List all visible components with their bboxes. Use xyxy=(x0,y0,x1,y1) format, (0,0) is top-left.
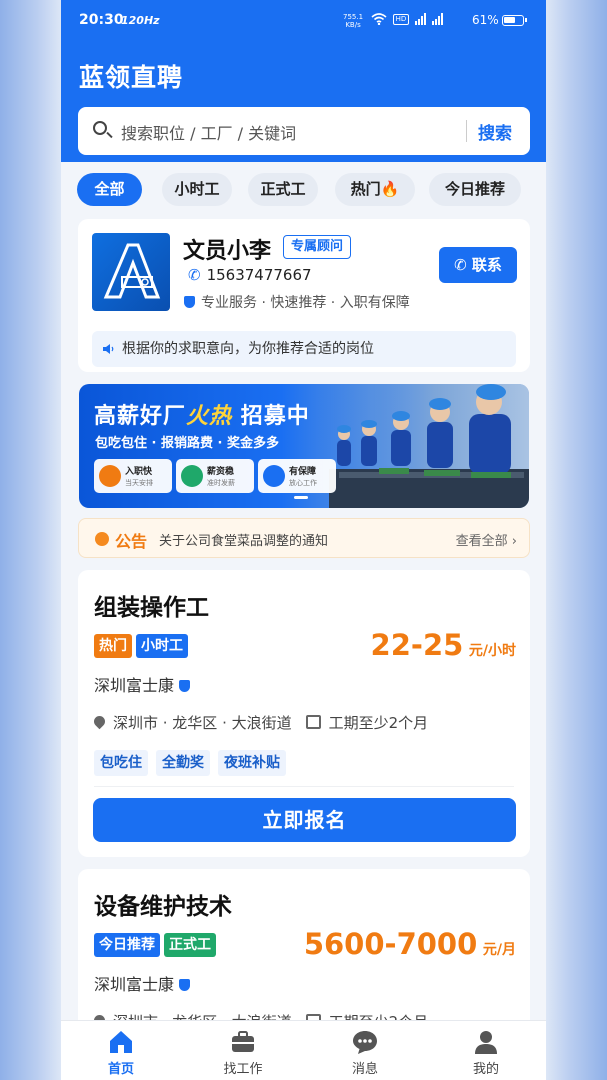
job-salary: 5600-7000 元/月 xyxy=(303,927,516,961)
signal-icon xyxy=(415,13,426,25)
app-title: 蓝领直聘 xyxy=(79,63,184,92)
company-name: 深圳富士康 xyxy=(94,672,191,696)
job-badges: 热门 小时工 xyxy=(94,634,188,658)
search-button[interactable]: 搜索 xyxy=(478,119,512,144)
clock-icon xyxy=(99,465,121,487)
phone-icon: ✆ xyxy=(454,256,472,274)
announcement-label: 公告 xyxy=(115,532,148,551)
feature-guarantee: 有保障 放心工作 xyxy=(258,459,336,493)
speaker-icon xyxy=(103,344,114,354)
feature-fast-hire: 入职快 当天安排 xyxy=(94,459,172,493)
chip-fulltime[interactable]: 正式工 xyxy=(248,173,318,206)
job-card[interactable]: 组装操作工 热门 小时工 22-25 元/小时 深圳富士康 深圳市 · 龙华区 … xyxy=(78,570,530,857)
app-screen: 20:30 120Hz 755.1 KB/s HD 61% 蓝领直聘 搜索职位 … xyxy=(61,0,546,1080)
chip-hourly[interactable]: 小时工 xyxy=(162,173,232,206)
announcement-dot-icon xyxy=(95,532,109,546)
shield-check-icon xyxy=(263,465,285,487)
banner-pager xyxy=(294,496,308,499)
job-meta: 深圳市 · 龙华区 · 大浪街道 工期至少2个月 xyxy=(91,712,429,733)
filter-chips: 全部 小时工 正式工 热门🔥 今日推荐 xyxy=(77,173,537,207)
verified-icon xyxy=(179,979,191,991)
status-bar: 20:30 120Hz 755.1 KB/s HD 61% xyxy=(61,0,546,42)
badge-today: 今日推荐 xyxy=(94,933,160,957)
promo-banner[interactable]: 高薪好厂火热 招募中 包吃包住 · 报销路费 · 奖金多多 入职快 当天安排 薪… xyxy=(79,384,529,508)
signal-icon-2 xyxy=(432,13,443,25)
company-name: 深圳富士康 xyxy=(94,971,191,995)
wifi-icon xyxy=(371,13,387,25)
divider xyxy=(94,786,514,787)
consultant-name: 文员小李 xyxy=(183,239,272,264)
verified-shield-icon xyxy=(184,296,195,308)
job-location: 深圳市 · 龙华区 · 大浪街道 xyxy=(113,714,292,732)
recommend-tip: 根据你的求职意向，为你推荐合适的岗位 xyxy=(92,331,516,367)
search-bar[interactable]: 搜索职位 / 工厂 / 关键词 搜索 xyxy=(78,107,530,155)
chip-hot[interactable]: 热门🔥 xyxy=(335,173,415,206)
contact-button[interactable]: ✆ 联系 xyxy=(439,247,517,283)
verified-icon xyxy=(179,680,191,692)
consultant-phone[interactable]: ✆ 15637477667 xyxy=(188,266,312,284)
job-salary: 22-25 元/小时 xyxy=(370,628,516,662)
view-all-link[interactable]: 查看全部 › xyxy=(456,530,517,549)
announcement-text[interactable]: 关于公司食堂菜品调整的通知 xyxy=(159,530,328,549)
home-icon xyxy=(110,1031,132,1053)
job-title: 组装操作工 xyxy=(94,595,209,621)
apply-button[interactable]: 立即报名 xyxy=(93,798,516,842)
status-time: 20:30 xyxy=(79,12,124,28)
consultant-card: 文员小李 专属顾问 ✆ 15637477667 专业服务 · 快速推荐 · 入职有… xyxy=(78,219,530,372)
chip-today[interactable]: 今日推荐 xyxy=(429,173,521,206)
search-icon xyxy=(93,121,107,135)
hd-icon: HD xyxy=(393,13,409,25)
briefcase-icon xyxy=(232,1031,254,1052)
battery-percent: 61% xyxy=(472,13,499,27)
chip-all[interactable]: 全部 xyxy=(77,173,142,206)
announcement-bar[interactable]: 公告 关于公司食堂菜品调整的通知 查看全部 › xyxy=(78,518,530,558)
banner-subtitle: 包吃包住 · 报销路费 · 奖金多多 xyxy=(95,436,279,451)
search-input[interactable]: 搜索职位 / 工厂 / 关键词 xyxy=(121,120,296,144)
user-icon xyxy=(475,1031,497,1054)
signal-icons: HD xyxy=(371,13,443,25)
battery-icon xyxy=(502,15,527,26)
banner-title: 高薪好厂火热 招募中 xyxy=(94,404,310,429)
badge-fulltime: 正式工 xyxy=(164,933,216,957)
job-period: 工期至少2个月 xyxy=(328,714,429,732)
perk-tag: 全勤奖 xyxy=(156,750,210,776)
badge-hourly: 小时工 xyxy=(136,634,188,658)
badge-hot: 热门 xyxy=(94,634,132,658)
consultant-tags: 专业服务 · 快速推荐 · 入职有保障 xyxy=(184,292,410,312)
bottom-nav: 首页 找工作 消息 我的 xyxy=(61,1020,546,1080)
phone-icon: ✆ xyxy=(188,266,201,284)
job-badges: 今日推荐 正式工 xyxy=(94,933,216,957)
job-title: 设备维护技术 xyxy=(94,894,232,920)
job-perks: 包吃住 全勤奖 夜班补贴 xyxy=(94,750,286,776)
company-logo xyxy=(92,233,170,311)
calendar-icon xyxy=(305,715,321,729)
network-speed: 755.1 KB/s xyxy=(343,13,364,29)
perk-tag: 夜班补贴 xyxy=(218,750,286,776)
consultant-badge: 专属顾问 xyxy=(283,235,352,259)
feature-stable-pay: 薪资稳 准时发薪 xyxy=(176,459,254,493)
header: 20:30 120Hz 755.1 KB/s HD 61% 蓝领直聘 搜索职位 … xyxy=(61,0,546,162)
wallet-icon xyxy=(181,465,203,487)
location-pin-icon xyxy=(91,713,108,730)
phone-number: 15637477667 xyxy=(206,266,312,284)
refresh-rate: 120Hz xyxy=(121,14,160,27)
chat-icon xyxy=(353,1031,377,1054)
perk-tag: 包吃住 xyxy=(94,750,148,776)
search-divider xyxy=(466,120,467,142)
